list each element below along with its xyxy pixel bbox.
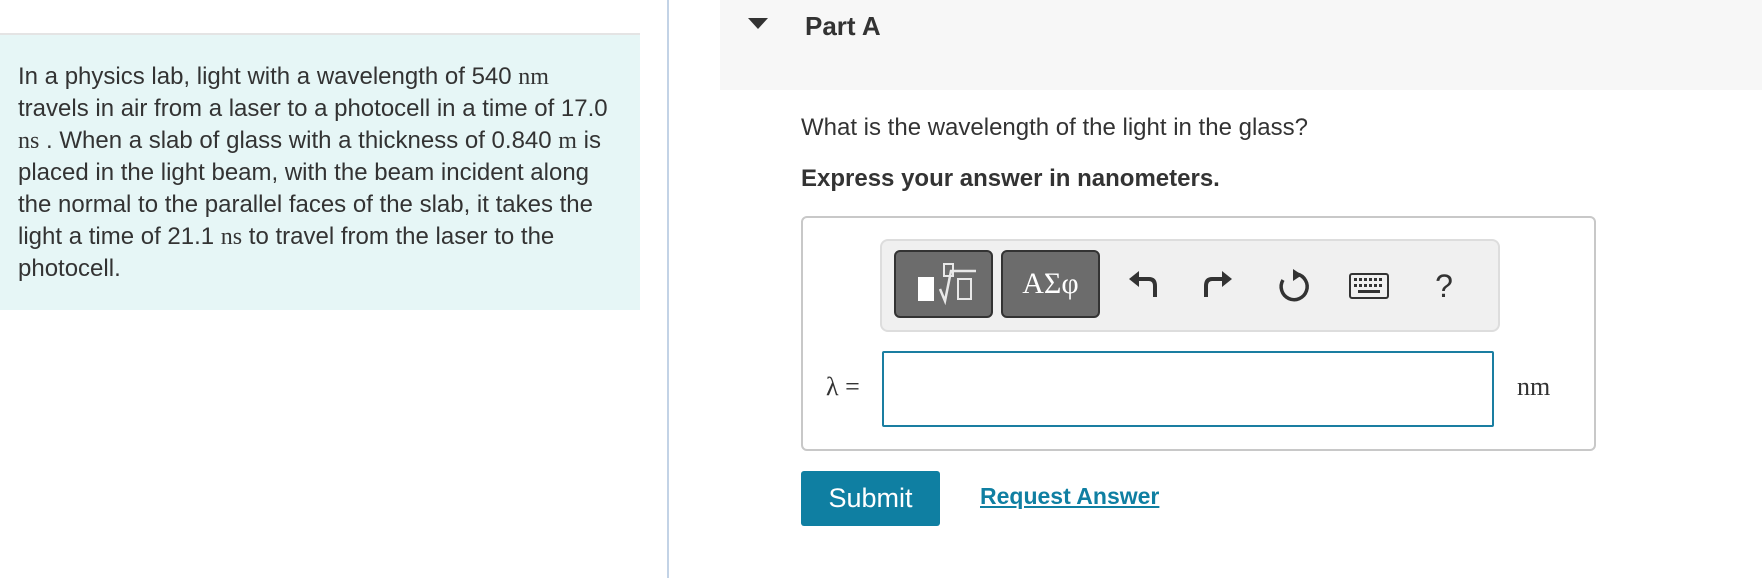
answer-input[interactable] xyxy=(882,351,1494,427)
templates-icon xyxy=(917,263,976,306)
answer-instruction: Express your answer in nanometers. xyxy=(801,165,1220,192)
reset-button[interactable] xyxy=(1273,266,1313,306)
submit-button[interactable]: Submit xyxy=(801,471,940,526)
unit-nm: nm xyxy=(518,64,549,90)
collapse-caret-icon[interactable] xyxy=(748,18,768,29)
help-button[interactable]: ? xyxy=(1424,266,1464,306)
redo-icon xyxy=(1204,271,1232,297)
help-icon: ? xyxy=(1435,267,1453,304)
keyboard-button[interactable] xyxy=(1347,266,1391,306)
request-answer-link[interactable]: Request Answer xyxy=(980,483,1159,510)
variable-label: λ = xyxy=(826,372,860,401)
keyboard-icon xyxy=(1349,273,1389,299)
problem-text: In a physics lab, light with a wavelengt… xyxy=(18,61,622,285)
undo-button[interactable] xyxy=(1122,266,1162,306)
unit-ns-2: ns xyxy=(220,224,243,250)
problem-statement-panel: In a physics lab, light with a wavelengt… xyxy=(0,35,640,310)
pane-divider[interactable] xyxy=(667,0,669,578)
problem-text-part-3: . When a slab of glass with a thickness … xyxy=(39,127,559,154)
problem-text-part-1: In a physics lab, light with a wavelengt… xyxy=(18,63,519,90)
reset-icon xyxy=(1279,269,1309,302)
greek-letters-button[interactable]: ΑΣφ xyxy=(1001,250,1100,318)
unit-m: m xyxy=(558,128,577,154)
unit-label: nm xyxy=(1517,372,1551,401)
problem-text-part-2: travels in air from a laser to a photoce… xyxy=(18,95,608,122)
part-title[interactable]: Part A xyxy=(805,10,881,42)
templates-button[interactable] xyxy=(894,250,993,318)
unit-ns: ns xyxy=(18,128,40,154)
greek-letters-icon: ΑΣφ xyxy=(1022,267,1079,300)
undo-icon xyxy=(1129,271,1157,297)
question-text: What is the wavelength of the light in t… xyxy=(801,114,1308,141)
redo-button[interactable] xyxy=(1199,266,1239,306)
